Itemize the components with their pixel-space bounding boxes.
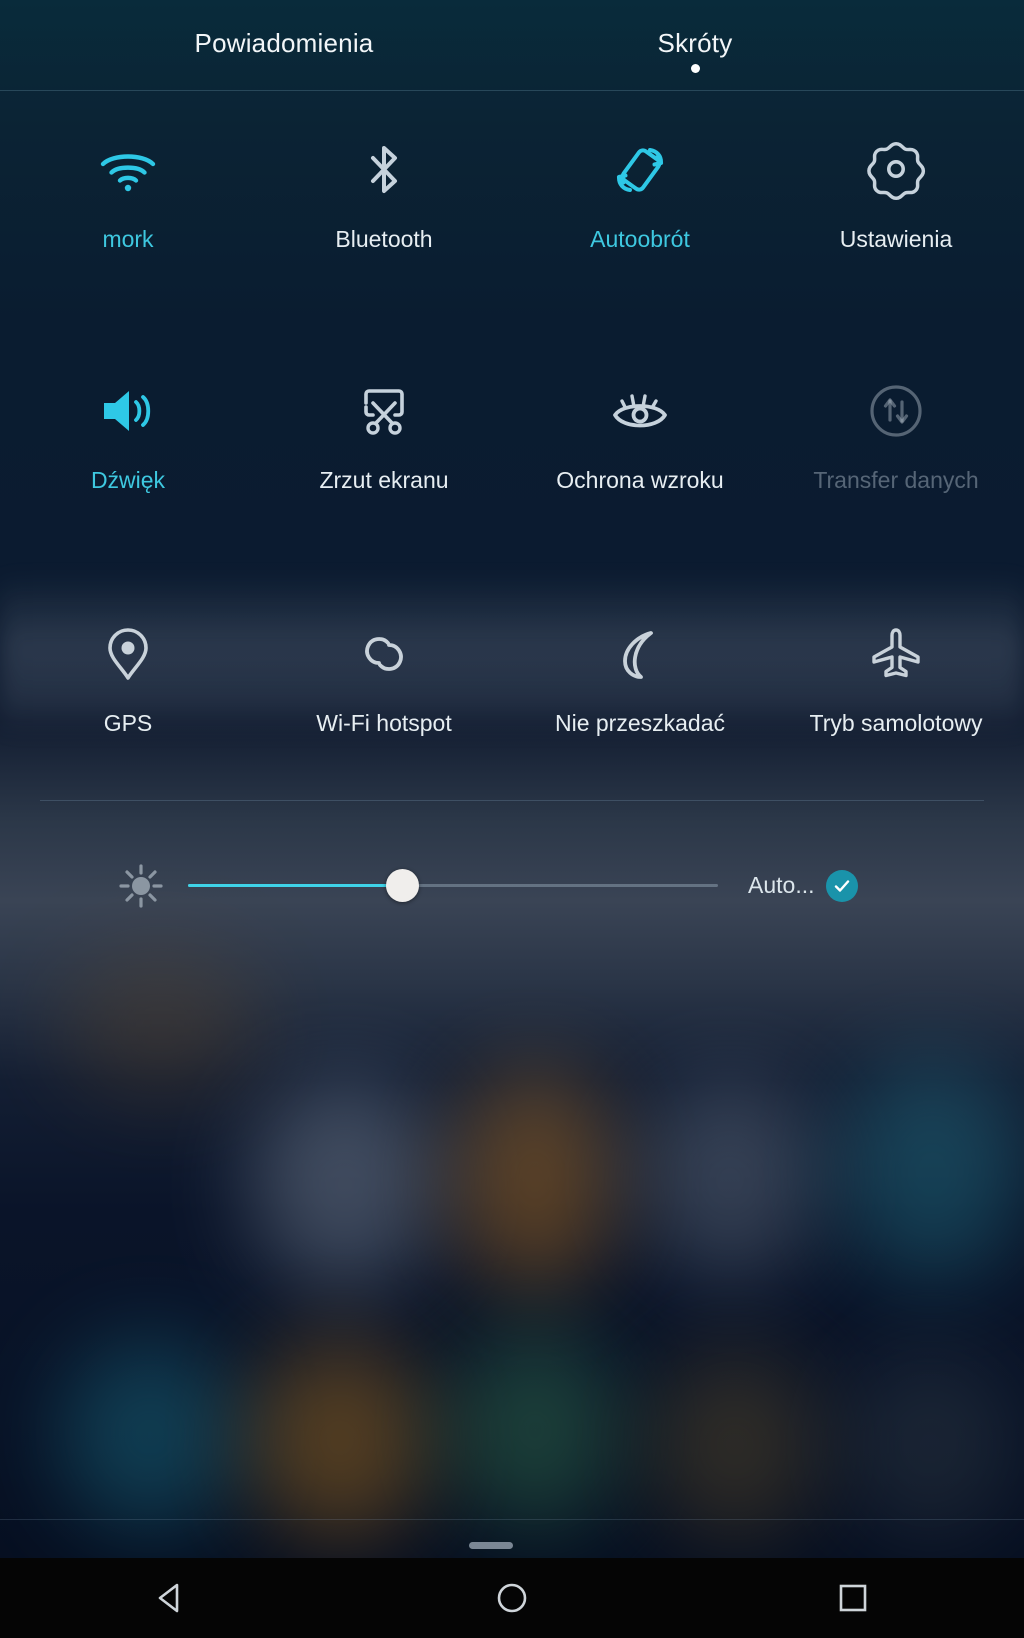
gear-icon bbox=[864, 138, 928, 202]
panel-drag-handle[interactable] bbox=[469, 1542, 513, 1549]
wallpaper-blob bbox=[650, 1350, 820, 1540]
tab-skroty[interactable]: Skróty bbox=[560, 28, 830, 59]
panel-header: Powiadomienia Skróty bbox=[0, 0, 1024, 91]
auto-brightness-checkbox[interactable] bbox=[826, 870, 858, 902]
toggle-bluetooth[interactable]: Bluetooth bbox=[256, 91, 512, 333]
toggle-wifi[interactable]: mork bbox=[0, 91, 256, 333]
toggle-label: Ochrona wzroku bbox=[556, 467, 724, 493]
toggle-label: Bluetooth bbox=[335, 226, 433, 252]
toggle-label: GPS bbox=[103, 710, 153, 736]
toggle-wifi-hotspot[interactable]: Wi-Fi hotspot bbox=[256, 576, 512, 816]
eye-icon bbox=[608, 379, 672, 443]
wallpaper-blob bbox=[845, 1350, 1015, 1540]
active-tab-indicator bbox=[691, 64, 700, 73]
toggle-airplane-mode[interactable]: Tryb samolotowy bbox=[768, 576, 1024, 816]
system-navigation-bar bbox=[0, 1558, 1024, 1638]
toggle-do-not-disturb[interactable]: Nie przeszkadać bbox=[512, 576, 768, 816]
wallpaper-blob bbox=[640, 1080, 820, 1280]
slider-fill bbox=[188, 884, 403, 887]
quick-settings-screen: Powiadomienia Skróty mork Bluetooth Auto… bbox=[0, 0, 1024, 1638]
wallpaper-blob bbox=[250, 1080, 440, 1290]
toggle-row: GPS Wi-Fi hotspot Nie przeszkadać Tryb s… bbox=[0, 576, 1024, 816]
toggle-label: Transfer danych bbox=[813, 467, 979, 493]
nav-recents-button[interactable] bbox=[798, 1558, 908, 1638]
brightness-row: Auto... bbox=[0, 848, 1024, 924]
wallpaper-blob bbox=[250, 1340, 430, 1540]
check-icon bbox=[834, 880, 850, 892]
nav-home-button[interactable] bbox=[457, 1558, 567, 1638]
toggle-label: Autoobrót bbox=[590, 226, 690, 252]
home-circle-icon bbox=[497, 1583, 527, 1613]
hotspot-icon bbox=[352, 622, 416, 686]
bluetooth-icon bbox=[352, 138, 416, 202]
toggle-label: mork bbox=[102, 226, 154, 252]
moon-icon bbox=[608, 622, 672, 686]
auto-brightness-label: Auto... bbox=[748, 872, 815, 898]
slider-thumb[interactable] bbox=[386, 869, 419, 902]
toggle-settings[interactable]: Ustawienia bbox=[768, 91, 1024, 333]
wallpaper-blob bbox=[840, 1060, 1024, 1280]
toggle-eye-comfort[interactable]: Ochrona wzroku bbox=[512, 333, 768, 576]
wallpaper-blob bbox=[455, 1070, 615, 1290]
toggle-sound[interactable]: Dźwięk bbox=[0, 333, 256, 576]
toggle-auto-rotate[interactable]: Autoobrót bbox=[512, 91, 768, 333]
airplane-icon bbox=[864, 622, 928, 686]
data-transfer-icon bbox=[864, 379, 928, 443]
nav-back-button[interactable] bbox=[116, 1558, 226, 1638]
back-triangle-icon bbox=[158, 1583, 178, 1613]
toggle-label: Nie przeszkadać bbox=[554, 710, 726, 736]
toggle-row: mork Bluetooth Autoobrót Ustawienia bbox=[0, 91, 1024, 333]
brightness-divider bbox=[40, 800, 984, 801]
toggle-label: Zrzut ekranu bbox=[319, 467, 449, 493]
brightness-icon bbox=[113, 858, 169, 914]
recents-square-icon bbox=[840, 1584, 867, 1612]
toggle-label: Ustawienia bbox=[839, 226, 953, 252]
auto-rotate-icon bbox=[608, 138, 672, 202]
wallpaper-blob bbox=[60, 1340, 240, 1530]
toggle-label: Wi-Fi hotspot bbox=[316, 710, 452, 736]
wifi-icon bbox=[96, 138, 160, 202]
toggle-label: Dźwięk bbox=[90, 467, 166, 493]
screenshot-icon bbox=[352, 379, 416, 443]
toggle-label: Tryb samolotowy bbox=[809, 710, 983, 736]
speaker-icon bbox=[96, 379, 160, 443]
quick-toggle-grid: mork Bluetooth Autoobrót Ustawienia Dźwi… bbox=[0, 91, 1024, 816]
toggle-row: Dźwięk Zrzut ekranu Ochrona wzroku Trans… bbox=[0, 333, 1024, 576]
wallpaper-blob bbox=[60, 950, 260, 1100]
toggle-screenshot[interactable]: Zrzut ekranu bbox=[256, 333, 512, 576]
toggle-data-transfer[interactable]: Transfer danych bbox=[768, 333, 1024, 576]
wallpaper-blob bbox=[450, 1330, 620, 1530]
location-pin-icon bbox=[96, 622, 160, 686]
brightness-slider[interactable] bbox=[188, 848, 718, 924]
panel-bottom-divider bbox=[0, 1519, 1024, 1520]
toggle-gps[interactable]: GPS bbox=[0, 576, 256, 816]
tab-powiadomienia[interactable]: Powiadomienia bbox=[130, 28, 438, 59]
